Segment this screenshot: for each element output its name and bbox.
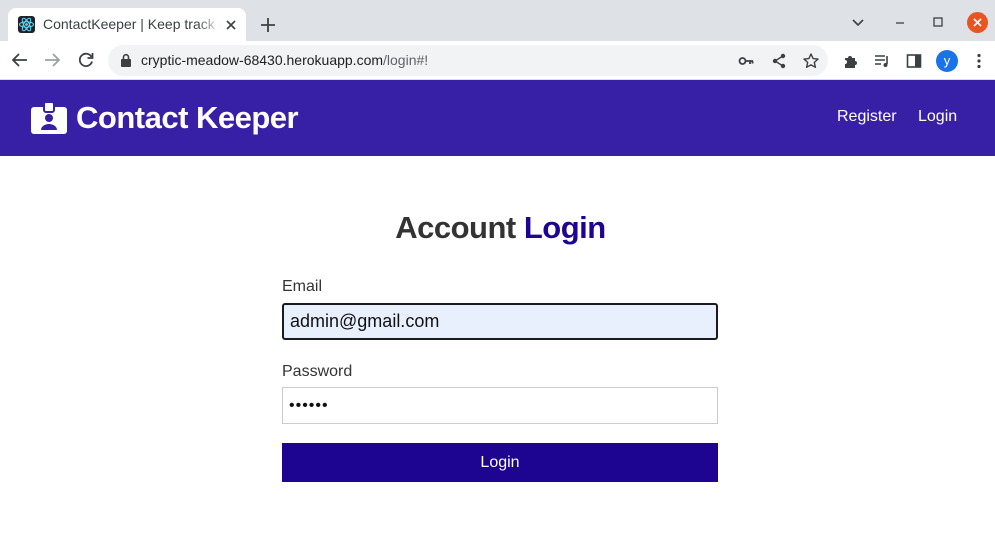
login-submit-button[interactable]: Login <box>282 443 718 482</box>
lock-icon[interactable] <box>119 53 133 68</box>
browser-toolbar: cryptic-meadow-68430.herokuapp.com/login… <box>0 41 995 80</box>
tab-title: ContactKeeper | Keep track of your conta… <box>43 16 221 32</box>
back-arrow-icon[interactable] <box>10 50 30 70</box>
close-tab-icon[interactable] <box>222 16 240 34</box>
app-navbar: Contact Keeper Register Login <box>0 80 995 156</box>
key-icon[interactable] <box>737 52 755 70</box>
register-link[interactable]: Register <box>837 108 897 126</box>
url-path: /login#! <box>383 52 429 68</box>
maximize-icon[interactable] <box>929 13 947 31</box>
id-badge-icon <box>31 101 67 134</box>
browser-tabstrip: ContactKeeper | Keep track of your conta… <box>0 0 995 41</box>
brand-title: Contact Keeper <box>76 100 299 135</box>
more-menu-icon[interactable] <box>971 52 987 70</box>
address-bar[interactable]: cryptic-meadow-68430.herokuapp.com/login… <box>108 45 828 76</box>
forward-arrow-icon[interactable] <box>42 50 62 70</box>
url-text[interactable]: cryptic-meadow-68430.herokuapp.com/login… <box>141 52 428 68</box>
page-title-accent: Login <box>523 210 606 245</box>
share-icon[interactable] <box>770 52 788 70</box>
side-panel-icon[interactable] <box>905 52 923 70</box>
browser-tab[interactable]: ContactKeeper | Keep track of your conta… <box>8 8 246 41</box>
reload-icon[interactable] <box>76 50 96 70</box>
new-tab-icon[interactable] <box>257 14 279 36</box>
email-label: Email <box>282 278 323 295</box>
password-field[interactable] <box>282 387 718 424</box>
extensions-puzzle-icon[interactable] <box>842 52 860 70</box>
bookmark-star-icon[interactable] <box>802 52 820 70</box>
window-close-icon[interactable] <box>967 12 988 33</box>
page-title: Account Login <box>0 210 995 246</box>
profile-avatar[interactable]: y <box>936 50 958 72</box>
login-link[interactable]: Login <box>918 108 957 126</box>
page-title-prefix: Account <box>395 210 516 245</box>
tab-search-chevron-icon[interactable] <box>849 13 867 31</box>
media-queue-icon[interactable] <box>873 52 891 70</box>
brand[interactable]: Contact Keeper <box>31 100 299 136</box>
react-favicon-icon <box>18 16 35 33</box>
minimize-icon[interactable] <box>891 13 909 31</box>
password-label: Password <box>282 363 353 380</box>
email-field[interactable] <box>282 303 718 340</box>
url-host: cryptic-meadow-68430.herokuapp.com <box>141 52 384 68</box>
